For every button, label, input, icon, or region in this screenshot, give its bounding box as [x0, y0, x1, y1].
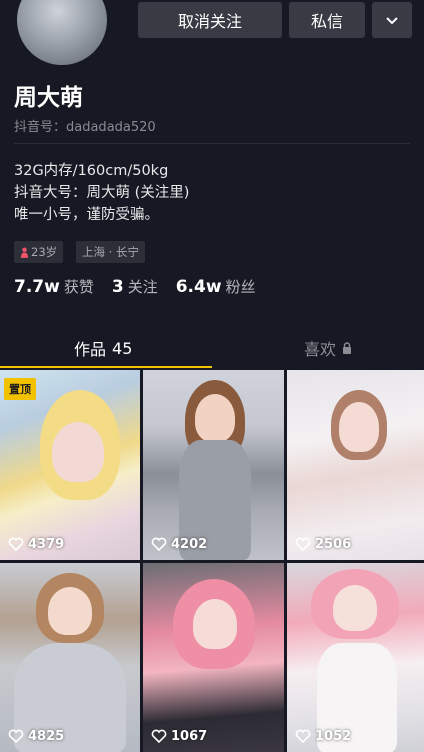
- heart-icon: [151, 537, 167, 552]
- heart-icon: [8, 537, 24, 552]
- like-count-text: 1067: [171, 728, 208, 744]
- thumbnail-face: [339, 402, 379, 452]
- video-thumbnail[interactable]: 2506: [287, 370, 424, 560]
- bio-line: 唯一小号，谨防受骗。: [14, 207, 159, 223]
- thumbnail-face: [52, 422, 104, 482]
- like-count-text: 2506: [315, 536, 352, 552]
- following-count: 3: [111, 277, 124, 297]
- likes-stat: 7.7w 获赞: [14, 276, 94, 297]
- video-thumbnail[interactable]: 1052: [287, 563, 424, 752]
- heart-icon: [151, 729, 167, 744]
- thumbnail-face: [333, 585, 377, 631]
- tab-works[interactable]: 作品 45: [74, 330, 132, 366]
- active-tab-indicator: [0, 366, 212, 368]
- like-count-text: 4202: [171, 536, 208, 552]
- like-count-text: 1052: [315, 728, 352, 744]
- douyin-id: 抖音号：dadadada520: [14, 120, 156, 135]
- thumbnail-face: [193, 599, 237, 649]
- followers-label: 粉丝: [225, 278, 256, 296]
- like-count: 4379: [8, 536, 64, 552]
- more-button[interactable]: [372, 2, 412, 38]
- heart-icon: [8, 729, 24, 744]
- tab-works-label: 作品: [74, 340, 107, 359]
- tab-works-count: 45: [112, 338, 133, 358]
- video-thumbnail[interactable]: 1067: [143, 563, 284, 752]
- divider: [14, 143, 410, 144]
- like-count-text: 4825: [28, 728, 65, 744]
- bio-line: 抖音大号：周大萌 (关注里): [14, 185, 190, 201]
- tab-bar: 作品 45 喜欢: [0, 330, 424, 368]
- female-icon: [20, 247, 29, 258]
- stats-row: 7.7w 获赞 3 关注 6.4w 粉丝: [14, 276, 274, 297]
- like-count: 4825: [8, 728, 64, 744]
- thumbnail-face: [195, 394, 235, 442]
- message-button[interactable]: 私信: [289, 2, 365, 38]
- video-grid: 置顶 4379 4202 2506 4825 1067 1052: [0, 370, 424, 752]
- like-count: 1067: [151, 728, 207, 744]
- likes-count: 7.7w: [14, 277, 60, 297]
- age-tag-text: 23岁: [31, 245, 58, 259]
- thumbnail-face: [48, 587, 92, 635]
- bio: 32G内存/160cm/50kg 抖音大号：周大萌 (关注里) 唯一小号，谨防受…: [14, 160, 189, 226]
- location-tag: 上海 · 长宁: [76, 241, 145, 263]
- likes-label: 获赞: [63, 278, 94, 296]
- followers-count: 6.4w: [175, 277, 222, 297]
- profile-name: 周大萌: [14, 85, 83, 111]
- like-count: 1052: [295, 728, 351, 744]
- unfollow-button[interactable]: 取消关注: [138, 2, 282, 38]
- age-tag: 23岁: [14, 241, 64, 263]
- tab-likes[interactable]: 喜欢: [304, 330, 352, 366]
- pinned-badge: 置顶: [4, 378, 36, 400]
- avatar[interactable]: [14, 0, 110, 68]
- like-count-text: 4379: [28, 536, 65, 552]
- like-count: 4202: [151, 536, 207, 552]
- chevron-down-icon: [386, 17, 398, 25]
- tab-likes-label: 喜欢: [304, 340, 337, 359]
- following-stat[interactable]: 3 关注: [112, 276, 158, 297]
- video-thumbnail[interactable]: 4202: [143, 370, 284, 560]
- followers-stat[interactable]: 6.4w 粉丝: [176, 276, 256, 297]
- following-label: 关注: [127, 278, 158, 296]
- video-thumbnail[interactable]: 4825: [0, 563, 140, 752]
- bio-line: 32G内存/160cm/50kg: [14, 163, 169, 179]
- heart-icon: [295, 729, 311, 744]
- video-thumbnail[interactable]: 置顶 4379: [0, 370, 140, 560]
- heart-icon: [295, 537, 311, 552]
- like-count: 2506: [295, 536, 351, 552]
- lock-icon: [343, 342, 352, 354]
